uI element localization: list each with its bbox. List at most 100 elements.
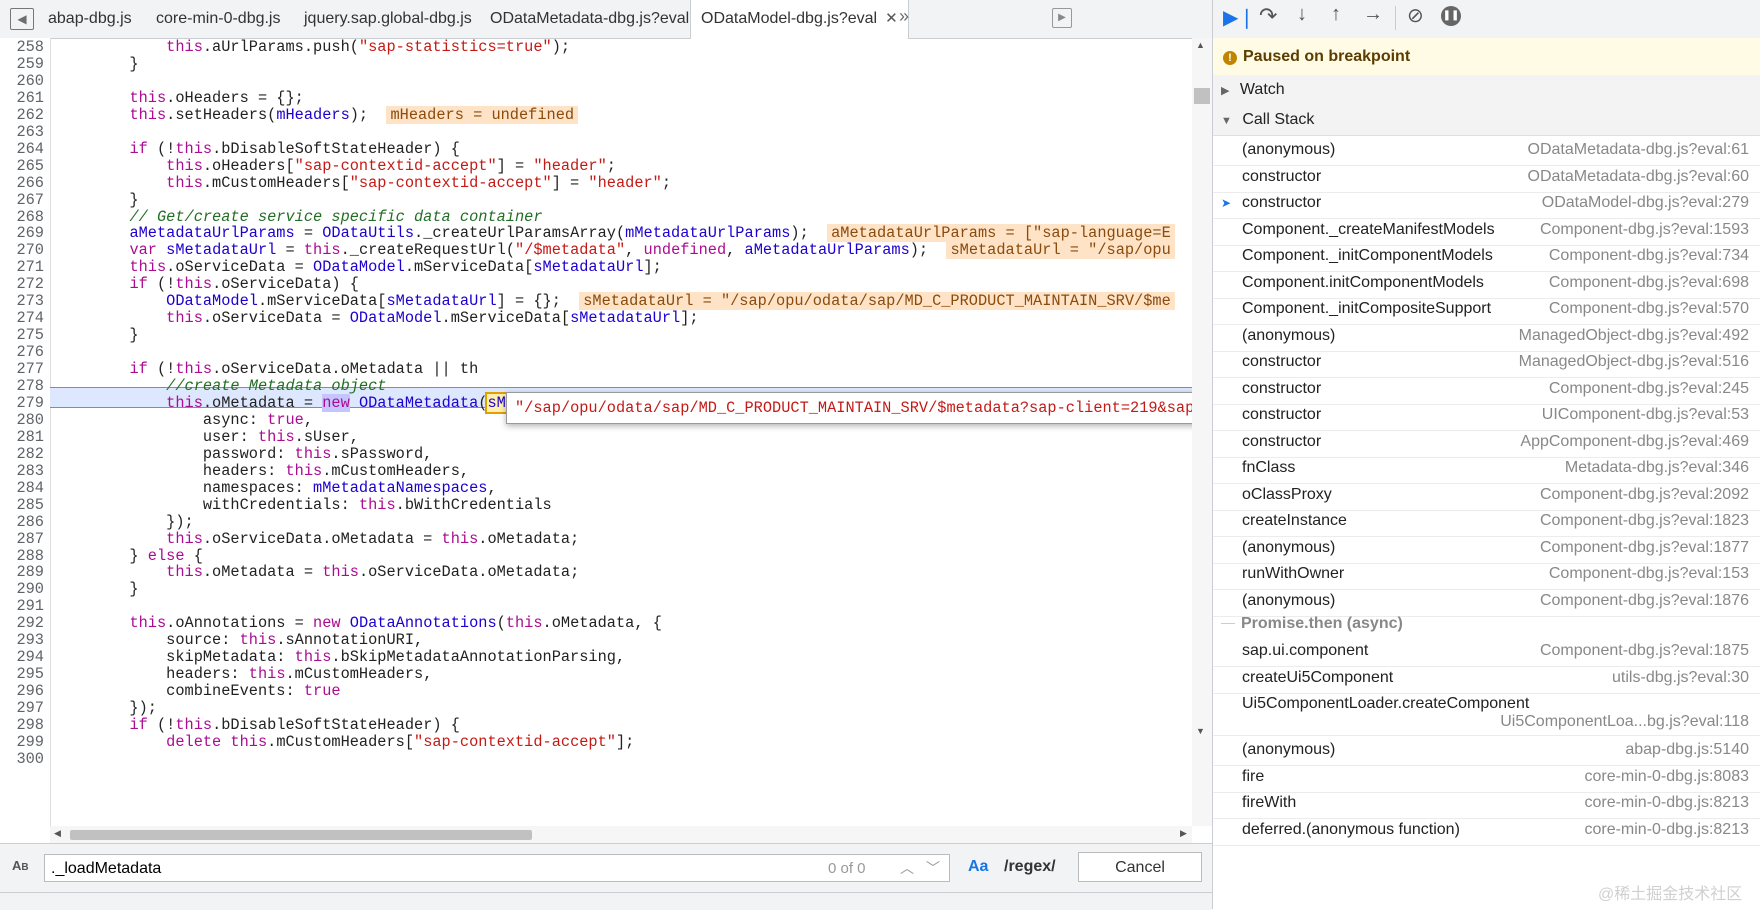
frame-location[interactable]: ODataMetadata-dbg.js?eval:61 [1528, 135, 1749, 165]
line-number[interactable]: 260 [0, 72, 44, 90]
line-number[interactable]: 295 [0, 665, 44, 683]
code-line[interactable]: } [56, 55, 138, 73]
resume-icon[interactable]: ▶❘ [1223, 5, 1255, 30]
code-line[interactable]: password: this.sPassword, [56, 445, 433, 463]
line-number[interactable]: 279 [0, 394, 44, 412]
frame-location[interactable]: abap-dbg.js:5140 [1625, 735, 1749, 765]
line-number[interactable]: 292 [0, 614, 44, 632]
pause-on-exceptions-icon[interactable]: ❚❚ [1441, 6, 1461, 26]
code-line[interactable]: source: this.sAnnotationURI, [56, 631, 423, 649]
next-match-icon[interactable]: ﹀ [926, 858, 940, 878]
line-number[interactable]: 259 [0, 55, 44, 73]
line-number[interactable]: 273 [0, 292, 44, 310]
code-line[interactable]: }); [56, 513, 194, 531]
code-line[interactable]: } [56, 326, 138, 344]
frame-location[interactable]: Component-dbg.js?eval:1593 [1540, 215, 1749, 245]
frame-location[interactable]: ODataModel-dbg.js?eval:279 [1542, 188, 1749, 218]
step-into-icon[interactable]: ↓ [1297, 3, 1307, 26]
line-number[interactable]: 297 [0, 699, 44, 717]
code-line[interactable]: this.oServiceData = ODataModel.mServiceD… [56, 309, 698, 327]
step-out-icon[interactable]: ↑ [1331, 3, 1341, 26]
line-number[interactable]: 280 [0, 411, 44, 429]
code-line[interactable]: user: this.sUser, [56, 428, 359, 446]
line-number[interactable]: 266 [0, 174, 44, 192]
frame-location[interactable]: AppComponent-dbg.js?eval:469 [1520, 427, 1749, 457]
line-number[interactable]: 281 [0, 428, 44, 446]
line-number[interactable]: 286 [0, 513, 44, 531]
line-number-gutter[interactable]: 258 259 260 261 262 263 264 265 266 267 268 269 270 2… [0, 38, 51, 841]
call-frame[interactable]: deferred.(anonymous function) core-min-0-… [1213, 815, 1760, 846]
code-line[interactable]: this.aUrlParams.push("sap-statistics=tru… [56, 38, 570, 56]
line-number[interactable]: 293 [0, 631, 44, 649]
watch-section-header[interactable]: ▶ Watch [1213, 75, 1760, 106]
tab-jquery-sap-global-dbg[interactable]: jquery.sap.global-dbg.js [304, 0, 472, 38]
code-line[interactable]: this.oMetadata = this.oServiceData.oMeta… [56, 563, 579, 581]
sidebar-toggle-icon[interactable]: ◀ [10, 8, 34, 30]
line-number[interactable]: 287 [0, 530, 44, 548]
tab-odatamodel-dbg[interactable]: ODataModel-dbg.js?eval ✕ [690, 0, 909, 39]
vertical-scroll-thumb[interactable] [1194, 88, 1210, 104]
line-number[interactable]: 274 [0, 309, 44, 327]
frame-location[interactable]: Component-dbg.js?eval:698 [1549, 268, 1749, 298]
previous-match-icon[interactable]: ︿ [900, 858, 914, 878]
code-line[interactable]: this.oHeaders = {}; [56, 89, 303, 107]
frame-location[interactable]: Ui5ComponentLoa...bg.js?eval:118 [1500, 707, 1749, 737]
code-line[interactable]: this.setHeaders(mHeaders); mHeaders = un… [56, 106, 579, 124]
line-number[interactable]: 291 [0, 597, 44, 615]
line-number[interactable]: 270 [0, 241, 44, 259]
code-line[interactable]: if (!this.oServiceData) { [56, 275, 359, 293]
scroll-right-icon[interactable]: ▶ [1180, 828, 1187, 839]
line-number[interactable]: 271 [0, 258, 44, 276]
frame-location[interactable]: ManagedObject-dbg.js?eval:492 [1519, 321, 1749, 351]
deactivate-breakpoints-icon[interactable]: ⊘ [1407, 3, 1424, 28]
line-number[interactable]: 277 [0, 360, 44, 378]
regex-button[interactable]: /regex/ [1004, 858, 1056, 876]
match-case-button[interactable]: Aa [968, 858, 988, 876]
tab-core-min-0-dbg[interactable]: core-min-0-dbg.js [156, 0, 280, 38]
line-number[interactable]: 276 [0, 343, 44, 361]
line-number[interactable]: 282 [0, 445, 44, 463]
code-line[interactable]: this.oServiceData.oMetadata = this.oMeta… [56, 530, 579, 548]
code-line[interactable]: this.mCustomHeaders["sap-contextid-accep… [56, 174, 671, 192]
callstack-section-header[interactable]: ▼ Call Stack [1213, 105, 1760, 136]
line-number[interactable]: 263 [0, 123, 44, 141]
code-line[interactable]: aMetadataUrlParams = ODataUtils._createU… [56, 224, 1175, 242]
frame-location[interactable]: Metadata-dbg.js?eval:346 [1565, 453, 1749, 483]
line-number[interactable]: 285 [0, 496, 44, 514]
frame-location[interactable]: utils-dbg.js?eval:30 [1612, 663, 1749, 693]
line-number[interactable]: 296 [0, 682, 44, 700]
line-number[interactable]: 264 [0, 140, 44, 158]
code-line[interactable]: withCredentials: this.bWithCredentials [56, 496, 552, 514]
code-line[interactable]: this.oAnnotations = new ODataAnnotations… [56, 614, 661, 632]
sidebar-right-icon[interactable]: ▶ [1052, 8, 1072, 28]
frame-location[interactable]: Component-dbg.js?eval:1875 [1540, 636, 1749, 666]
frame-location[interactable]: Component-dbg.js?eval:1877 [1540, 533, 1749, 563]
frame-location[interactable]: Component-dbg.js?eval:245 [1549, 374, 1749, 404]
call-frame[interactable]: Ui5ComponentLoader.createComponent Ui5Com… [1213, 689, 1760, 736]
line-number[interactable]: 261 [0, 89, 44, 107]
frame-location[interactable]: Component-dbg.js?eval:2092 [1540, 480, 1749, 510]
frame-location[interactable]: Component-dbg.js?eval:734 [1549, 241, 1749, 271]
scroll-left-icon[interactable]: ◀ [54, 828, 61, 839]
chevron-double-right-icon[interactable]: » [894, 6, 914, 27]
code-editor[interactable]: 258 259 260 261 262 263 264 265 266 267 268 269 270 2… [0, 38, 1212, 841]
line-number[interactable]: 267 [0, 191, 44, 209]
line-number[interactable]: 278 [0, 377, 44, 395]
tab-odatametadata-dbg[interactable]: ODataMetadata-dbg.js?eval [490, 0, 689, 38]
frame-location[interactable]: Component-dbg.js?eval:1823 [1540, 506, 1749, 536]
line-number[interactable]: 299 [0, 733, 44, 751]
vertical-scrollbar[interactable] [1192, 38, 1212, 826]
frame-location[interactable]: Component-dbg.js?eval:153 [1549, 559, 1749, 589]
line-number[interactable]: 300 [0, 750, 44, 768]
line-number[interactable]: 269 [0, 224, 44, 242]
code-line[interactable]: } [56, 580, 138, 598]
code-line[interactable]: headers: this.mCustomHeaders, [56, 665, 432, 683]
code-line[interactable]: this.oServiceData = ODataModel.mServiceD… [56, 258, 661, 276]
line-number[interactable]: 265 [0, 157, 44, 175]
horizontal-scroll-thumb[interactable] [70, 830, 532, 840]
line-number[interactable]: 290 [0, 580, 44, 598]
code-line[interactable]: skipMetadata: this.bSkipMetadataAnnotati… [56, 648, 625, 666]
line-number[interactable]: 272 [0, 275, 44, 293]
line-number[interactable]: 262 [0, 106, 44, 124]
code-line[interactable]: combineEvents: true [56, 682, 340, 700]
